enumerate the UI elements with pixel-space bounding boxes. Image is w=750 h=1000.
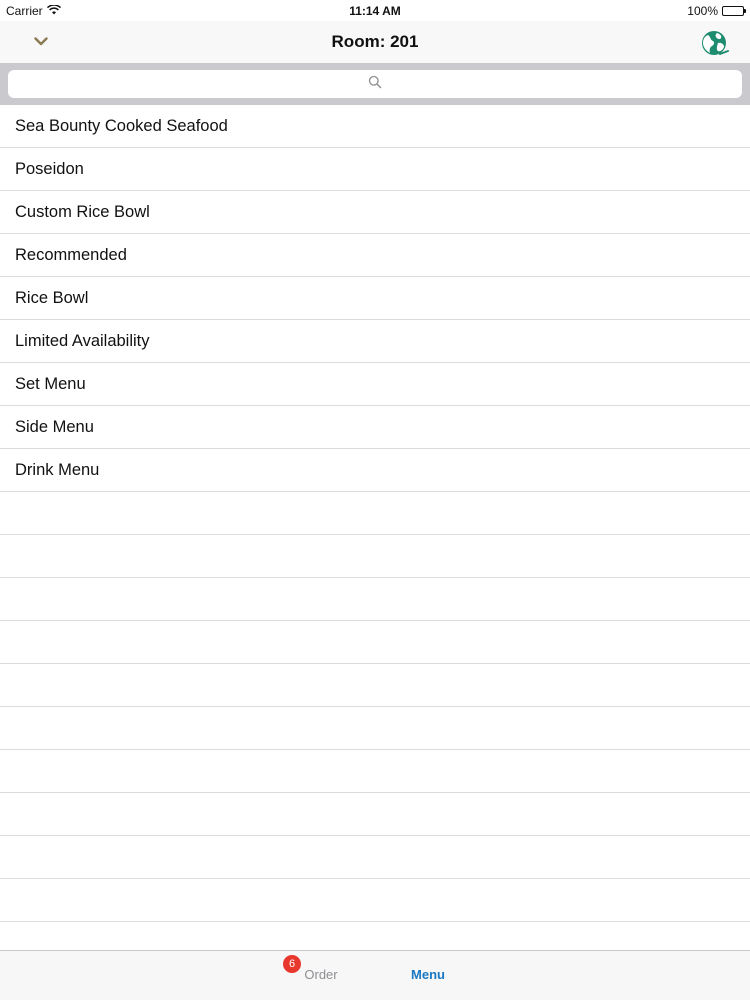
search-bar <box>0 63 750 105</box>
menu-category-item[interactable]: Custom Rice Bowl <box>0 191 750 234</box>
tab-order-label: Order <box>304 967 338 982</box>
menu-category-item[interactable]: Side Menu <box>0 406 750 449</box>
tab-menu[interactable]: Menu <box>373 951 483 1000</box>
battery-percent: 100% <box>687 4 718 18</box>
language-button[interactable] <box>700 28 730 58</box>
screen: Carrier 11:14 AM 100% Room: 201 Sea Boun… <box>0 0 750 1000</box>
empty-row <box>0 621 750 664</box>
empty-row <box>0 578 750 621</box>
menu-category-item[interactable]: Set Menu <box>0 363 750 406</box>
menu-category-item[interactable]: Limited Availability <box>0 320 750 363</box>
status-battery: 100% <box>687 4 746 18</box>
empty-row <box>0 707 750 750</box>
page-title: Room: 201 <box>331 32 419 51</box>
empty-row <box>0 836 750 879</box>
tab-menu-label: Menu <box>411 967 445 982</box>
tab-order[interactable]: 6 Order <box>266 951 376 1000</box>
tab-bar: 6 Order Menu <box>0 950 750 1000</box>
empty-row <box>0 664 750 707</box>
search-input[interactable] <box>8 70 746 100</box>
menu-category-item[interactable]: Drink Menu <box>0 449 750 492</box>
menu-category-list: Sea Bounty Cooked Seafood Poseidon Custo… <box>0 105 750 951</box>
empty-row <box>0 535 750 578</box>
menu-category-item[interactable]: Recommended <box>0 234 750 277</box>
search-box <box>8 70 746 100</box>
status-time: 11:14 AM <box>349 4 401 18</box>
status-bar: Carrier 11:14 AM 100% <box>0 0 750 21</box>
empty-row <box>0 879 750 922</box>
navigation-bar: Room: 201 <box>0 21 750 63</box>
battery-icon <box>722 6 746 16</box>
globe-icon <box>700 31 730 62</box>
menu-category-item[interactable]: Sea Bounty Cooked Seafood <box>0 105 750 148</box>
empty-row <box>0 750 750 793</box>
menu-category-item[interactable]: Rice Bowl <box>0 277 750 320</box>
menu-category-item[interactable]: Poseidon <box>0 148 750 191</box>
empty-row <box>0 492 750 535</box>
empty-row <box>0 793 750 836</box>
